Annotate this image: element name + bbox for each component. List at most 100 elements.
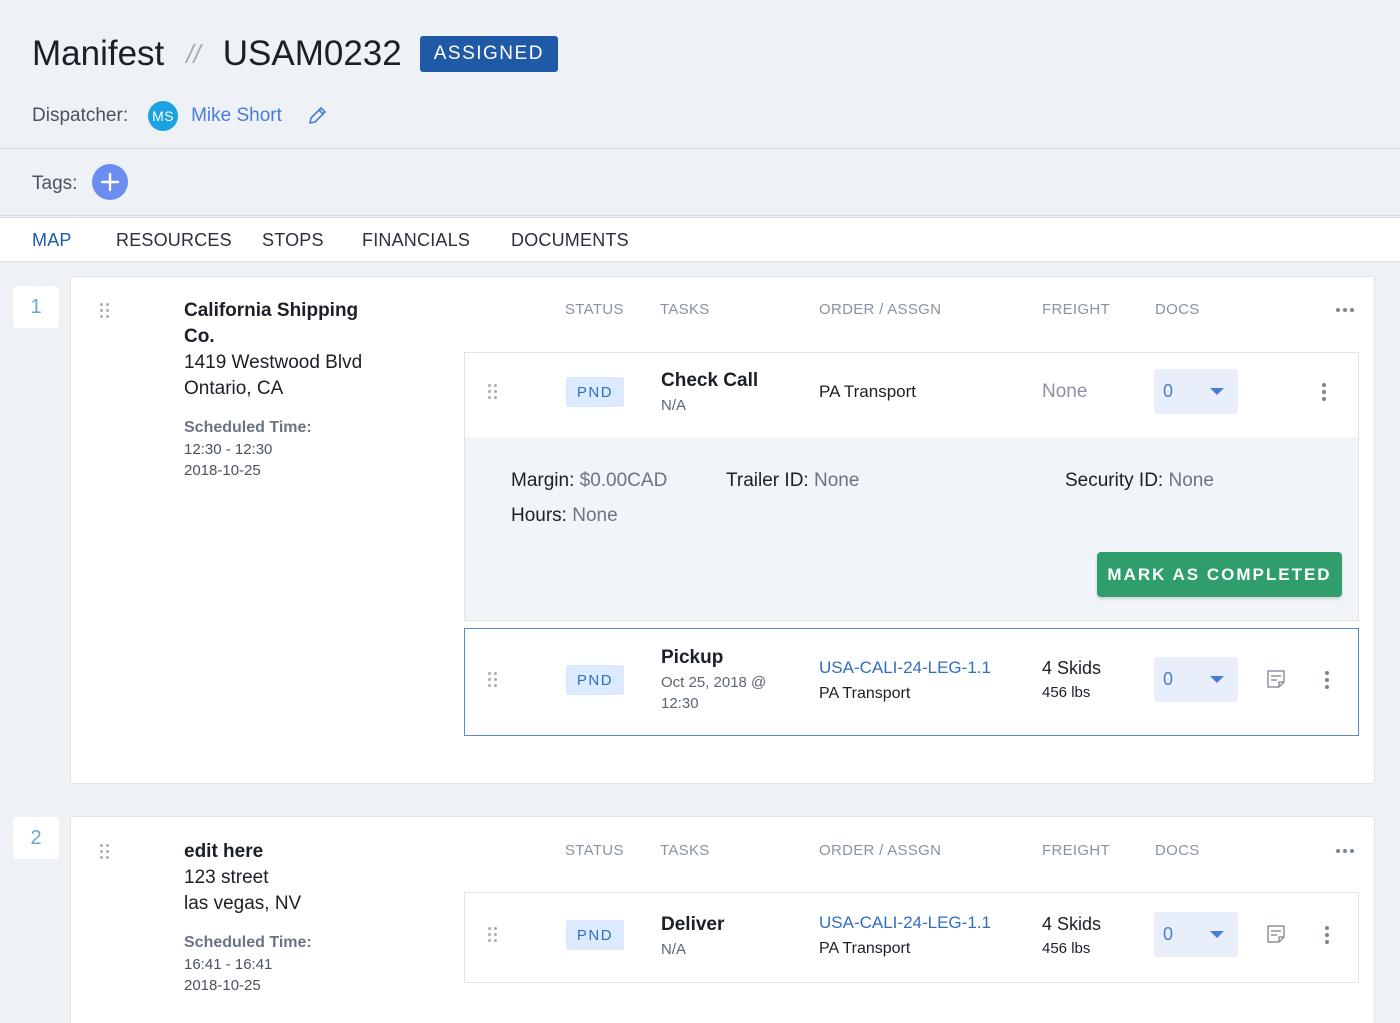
scheduled-time: 16:41 - 16:41 [184, 956, 273, 973]
order-link[interactable]: USA-CALI-24-LEG-1.1 [819, 913, 991, 933]
more-vertical-icon[interactable] [1325, 926, 1329, 944]
tab-map[interactable]: MAP [32, 230, 72, 251]
docs-value: 0 [1163, 669, 1174, 689]
task-freight: 4 Skids [1042, 658, 1102, 678]
task-assignee: PA Transport [819, 685, 911, 702]
scheduled-date: 2018-10-25 [184, 462, 261, 479]
column-status: STATUS [565, 301, 624, 318]
column-docs: DOCS [1155, 301, 1200, 318]
title-separator: // [186, 38, 201, 69]
security-field: Security ID: None [1065, 470, 1214, 492]
security-value: None [1168, 470, 1214, 491]
stop-name: edit here [184, 841, 264, 862]
task-sub: Oct 25, 2018 @ 12:30 [661, 672, 766, 714]
add-tag-button[interactable] [92, 164, 128, 200]
drag-handle-icon[interactable] [488, 927, 498, 943]
tab-resources[interactable]: RESOURCES [116, 230, 232, 251]
scheduled-label: Scheduled Time: [184, 934, 312, 951]
status-badge: ASSIGNED [419, 36, 558, 72]
column-status: STATUS [565, 842, 624, 859]
stop-city: las vegas, NV [184, 893, 302, 914]
stop-address-line: 1419 Westwood Blvd [184, 352, 363, 373]
margin-label: Margin: [511, 470, 575, 491]
avatar: MS [148, 101, 179, 131]
manifest-header: Manifest // USAM0232 ASSIGNED Dispatcher… [0, 0, 1400, 149]
caret-down-icon [1210, 388, 1224, 395]
task-sub: N/A [661, 941, 687, 958]
tab-bar: MAP RESOURCES STOPS FINANCIALS DOCUMENTS [0, 217, 1400, 262]
note-icon[interactable] [1266, 669, 1286, 694]
column-freight: FREIGHT [1042, 301, 1110, 318]
task-sub: N/A [661, 397, 687, 414]
docs-value: 0 [1163, 381, 1174, 401]
manifest-id: USAM0232 [222, 34, 402, 73]
stop-address-line: 123 street [184, 867, 269, 888]
trailer-label: Trailer ID: [726, 470, 809, 491]
order-link[interactable]: USA-CALI-24-LEG-1.1 [819, 658, 991, 678]
task-order: PA Transport [819, 382, 917, 401]
task-sub-line: 12:30 [661, 695, 699, 712]
drag-handle-icon[interactable] [100, 303, 110, 319]
scheduled-date: 2018-10-25 [184, 977, 261, 994]
stop-name-line: California Shipping [184, 300, 359, 321]
more-vertical-icon[interactable] [1325, 671, 1329, 689]
column-tasks: TASKS [660, 842, 710, 859]
stop-name-line: Co. [184, 326, 215, 347]
stop-name: California Shipping Co. [184, 298, 358, 350]
tab-financials[interactable]: FINANCIALS [362, 230, 470, 251]
margin-field: Margin: $0.00CAD [511, 470, 667, 492]
caret-down-icon [1210, 931, 1224, 938]
column-docs: DOCS [1155, 842, 1200, 859]
security-label: Security ID: [1065, 470, 1164, 491]
column-tasks: TASKS [660, 301, 710, 318]
task-assignee: PA Transport [819, 940, 911, 957]
drag-handle-icon[interactable] [488, 672, 498, 688]
scheduled-label: Scheduled Time: [184, 419, 312, 436]
task-freight: None [1042, 381, 1088, 402]
trailer-field: Trailer ID: None [726, 470, 859, 492]
task-name: Deliver [661, 914, 725, 935]
plus-icon [100, 172, 120, 192]
page-title: Manifest [32, 34, 165, 73]
hours-value: None [572, 505, 618, 526]
task-name: Check Call [661, 370, 759, 391]
trailer-value: None [813, 470, 860, 491]
hours-field: Hours: None [511, 505, 618, 527]
more-vertical-icon[interactable] [1322, 383, 1326, 401]
task-weight: 456 lbs [1042, 684, 1091, 701]
dispatcher-name-link[interactable]: Mike Short [191, 105, 282, 127]
drag-handle-icon[interactable] [488, 384, 498, 400]
task-sub-line: Oct 25, 2018 @ [661, 674, 767, 691]
scheduled-time: 12:30 - 12:30 [184, 441, 273, 458]
drag-handle-icon[interactable] [100, 844, 110, 860]
status-badge: PND [566, 377, 624, 407]
caret-down-icon [1210, 676, 1224, 683]
tab-documents[interactable]: DOCUMENTS [511, 230, 629, 251]
stop-number: 2 [13, 817, 59, 859]
docs-dropdown[interactable]: 0 [1154, 912, 1238, 957]
note-icon[interactable] [1266, 924, 1286, 949]
docs-value: 0 [1163, 924, 1174, 944]
dispatcher-label: Dispatcher: [32, 105, 129, 126]
task-weight: 456 lbs [1042, 940, 1091, 957]
tags-bar: Tags: [0, 150, 1400, 216]
hours-label: Hours: [511, 505, 567, 526]
column-freight: FREIGHT [1042, 842, 1110, 859]
tags-label: Tags: [32, 173, 78, 194]
tab-stops[interactable]: STOPS [262, 230, 324, 251]
pencil-icon[interactable] [306, 105, 328, 127]
docs-dropdown[interactable]: 0 [1154, 657, 1238, 702]
margin-value: $0.00CAD [579, 470, 668, 491]
task-name: Pickup [661, 647, 724, 668]
status-badge: PND [566, 920, 624, 950]
more-horizontal-icon[interactable] [1336, 308, 1354, 312]
title-row: Manifest // USAM0232 ASSIGNED [32, 34, 558, 74]
column-order: ORDER / ASSGN [819, 301, 942, 318]
status-badge: PND [566, 665, 624, 695]
docs-dropdown[interactable]: 0 [1154, 369, 1238, 414]
more-horizontal-icon[interactable] [1336, 849, 1354, 853]
column-order: ORDER / ASSGN [819, 842, 942, 859]
dispatcher-row: Dispatcher: MS Mike Short [32, 101, 328, 131]
stop-number: 1 [13, 286, 59, 328]
mark-as-completed-button[interactable]: MARK AS COMPLETED [1097, 552, 1342, 597]
